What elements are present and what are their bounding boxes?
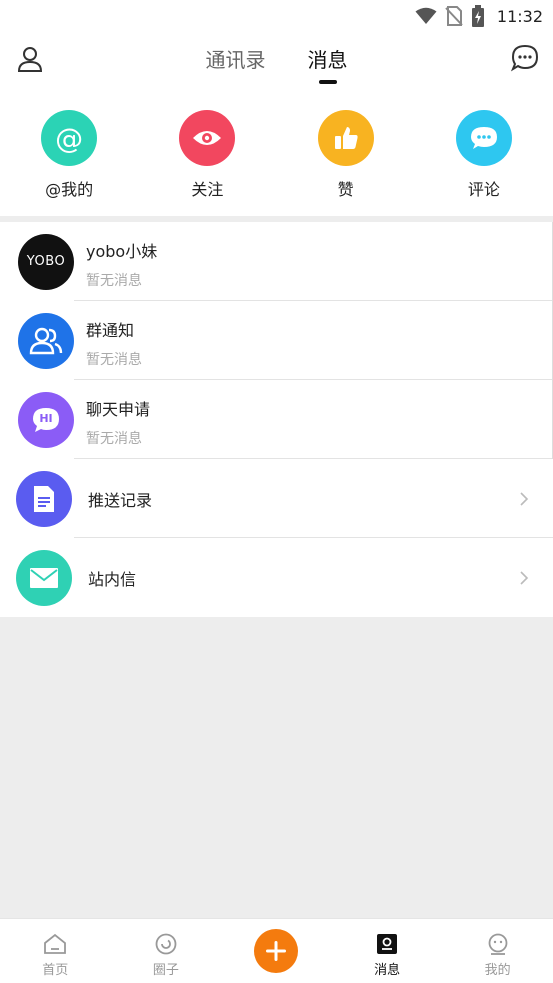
nav-mine-label: 我的 xyxy=(484,963,511,978)
chat-request-hi-label: HI xyxy=(39,412,53,425)
comment-icon xyxy=(455,110,512,166)
quick-at-me[interactable]: @ @我的 xyxy=(9,110,129,200)
group-notice-icon xyxy=(18,312,74,369)
message-list: YOBO yobo小妹 暂无消息 群通知 暂无消息 HI 聊天申请 暂无消息 推… xyxy=(0,222,553,617)
quick-follow[interactable]: 关注 xyxy=(147,110,267,200)
list-item-title: 聊天申请 xyxy=(86,400,151,419)
chevron-right-icon xyxy=(520,570,529,585)
quick-follow-label: 关注 xyxy=(191,180,224,199)
wifi-icon xyxy=(415,7,437,24)
quick-like-label: 赞 xyxy=(337,180,354,199)
chat-bubble-icon[interactable] xyxy=(511,44,539,72)
list-item-group-notice[interactable]: 群通知 暂无消息 xyxy=(0,301,553,380)
nav-circle[interactable]: 圈子 xyxy=(111,919,222,983)
no-sim-icon xyxy=(445,6,463,26)
status-time: 11:32 xyxy=(496,6,543,26)
nav-home-label: 首页 xyxy=(42,963,69,978)
eye-icon xyxy=(179,110,236,166)
battery-charging-icon xyxy=(471,5,484,27)
nav-messages[interactable]: 消息 xyxy=(332,919,443,983)
bottom-nav: 首页 圈子 消息 我的 xyxy=(0,918,553,983)
at-icon: @ xyxy=(41,110,98,166)
home-icon xyxy=(44,933,67,954)
avatar-yobo: YOBO xyxy=(18,233,74,290)
header-tabs: 通讯录 消息 xyxy=(0,32,553,94)
list-item-yobo[interactable]: YOBO yobo小妹 暂无消息 xyxy=(0,222,553,301)
status-bar: 11:32 xyxy=(0,0,553,32)
list-item-subtitle: 暂无消息 xyxy=(86,273,142,289)
chat-request-icon: HI xyxy=(18,391,74,448)
tab-messages[interactable]: 消息 xyxy=(308,32,348,94)
list-item-chat-request[interactable]: HI 聊天申请 暂无消息 xyxy=(0,380,553,459)
nav-mine[interactable]: 我的 xyxy=(442,919,553,983)
document-icon xyxy=(16,470,72,527)
list-item-title: 推送记录 xyxy=(88,490,153,510)
message-icon xyxy=(377,934,398,954)
circle-icon xyxy=(155,933,177,955)
plus-icon xyxy=(266,941,287,961)
list-item-inbox[interactable]: 站内信 xyxy=(0,538,553,617)
list-item-title: yobo小妹 xyxy=(86,242,158,261)
nav-home[interactable]: 首页 xyxy=(0,919,111,983)
tab-contacts[interactable]: 通讯录 xyxy=(206,32,266,94)
profile-icon xyxy=(488,933,508,955)
list-item-title: 站内信 xyxy=(88,569,137,589)
quick-comment-label: 评论 xyxy=(467,180,500,199)
mail-icon xyxy=(16,549,72,606)
chevron-right-icon xyxy=(520,491,529,506)
top-bar: 通讯录 消息 xyxy=(0,32,553,94)
list-item-subtitle: 暂无消息 xyxy=(86,352,142,368)
thumb-up-icon xyxy=(317,110,374,166)
list-item-title: 群通知 xyxy=(86,321,135,340)
list-item-subtitle: 暂无消息 xyxy=(86,431,142,447)
nav-circle-label: 圈子 xyxy=(152,963,179,978)
quick-comment[interactable]: 评论 xyxy=(424,110,544,200)
nav-add[interactable] xyxy=(221,919,332,983)
list-item-push-records[interactable]: 推送记录 xyxy=(0,459,553,538)
yobo-logo: YOBO xyxy=(26,254,66,269)
add-button[interactable] xyxy=(254,929,299,973)
quick-at-me-label: @我的 xyxy=(45,180,94,199)
quick-like[interactable]: 赞 xyxy=(286,110,406,200)
quick-actions: @ @我的 关注 赞 评论 xyxy=(0,94,553,216)
nav-messages-label: 消息 xyxy=(374,963,401,978)
